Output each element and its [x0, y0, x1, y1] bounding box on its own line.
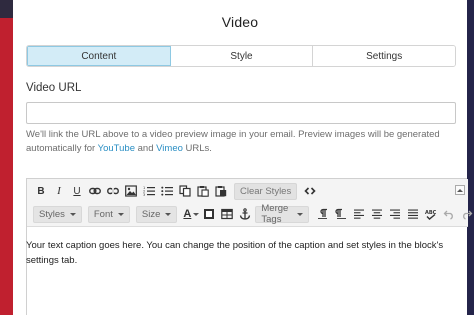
anchor-icon[interactable] — [237, 205, 253, 223]
tab-style[interactable]: Style — [170, 46, 314, 66]
align-justify-icon[interactable] — [405, 205, 421, 223]
editor-toolbar: B I U 123 Clear Styles Styles Font Size … — [27, 179, 473, 227]
chevron-up-icon — [457, 188, 463, 192]
align-right-icon[interactable] — [387, 205, 403, 223]
tab-settings[interactable]: Settings — [313, 46, 455, 66]
styles-dropdown-label: Styles — [39, 208, 65, 220]
video-url-input[interactable] — [26, 102, 456, 124]
paragraph-rtl-icon[interactable] — [333, 205, 349, 223]
chevron-down-icon — [69, 212, 76, 216]
video-block-panel: Video Content Style Settings Video URL W… — [13, 0, 473, 315]
bold-button[interactable]: B — [33, 182, 49, 200]
caption-text[interactable]: Your text caption goes here. You can cha… — [26, 238, 466, 268]
undo-icon[interactable] — [441, 205, 457, 223]
size-dropdown-label: Size — [141, 208, 161, 220]
chevron-down-icon — [117, 212, 124, 216]
size-dropdown[interactable]: Size — [135, 205, 178, 223]
source-code-icon[interactable] — [302, 182, 318, 200]
video-url-help-text: We'll link the URL above to a video prev… — [26, 128, 456, 156]
text-color-button[interactable]: A — [183, 205, 200, 223]
video-url-label: Video URL — [26, 82, 82, 94]
chevron-down-icon — [165, 212, 172, 216]
table-icon[interactable] — [219, 205, 235, 223]
align-center-icon[interactable] — [369, 205, 385, 223]
clear-styles-button[interactable]: Clear Styles — [234, 182, 298, 200]
spellcheck-icon[interactable]: ABC — [423, 205, 439, 223]
panel-tabs: Content Style Settings — [26, 45, 456, 67]
merge-tags-dropdown-label: Merge Tags — [261, 203, 289, 225]
unlink-icon[interactable] — [105, 182, 121, 200]
help-text-after: URLs. — [182, 143, 212, 154]
redo-icon[interactable] — [459, 205, 474, 223]
collapse-toolbar-button[interactable] — [455, 185, 465, 195]
vimeo-link[interactable]: Vimeo — [156, 143, 183, 154]
youtube-link[interactable]: YouTube — [98, 143, 135, 154]
align-left-icon[interactable] — [351, 205, 367, 223]
paste-word-icon[interactable] — [213, 182, 229, 200]
paragraph-ltr-icon[interactable] — [315, 205, 331, 223]
copy-icon[interactable] — [177, 182, 193, 200]
help-text-before: We'll link the URL above to a video prev… — [26, 129, 440, 154]
text-color-icon: A — [183, 208, 192, 220]
underline-button[interactable]: U — [69, 182, 85, 200]
italic-button[interactable]: I — [51, 182, 67, 200]
chevron-down-icon — [297, 212, 304, 216]
right-background-strip — [467, 0, 474, 315]
panel-title: Video — [221, 14, 259, 30]
image-icon[interactable] — [123, 182, 139, 200]
toolbar-row-1: B I U 123 Clear Styles — [33, 182, 318, 200]
toolbar-row-2: Styles Font Size A Merge Tags ABC — [33, 203, 474, 225]
bulleted-list-icon[interactable] — [159, 182, 175, 200]
tab-content[interactable]: Content — [27, 46, 171, 66]
merge-tags-dropdown[interactable]: Merge Tags — [255, 203, 310, 225]
numbered-list-icon[interactable]: 123 — [141, 182, 157, 200]
chevron-down-icon — [193, 212, 200, 216]
styles-dropdown[interactable]: Styles — [33, 205, 82, 223]
background-color-icon[interactable] — [201, 205, 217, 223]
link-icon[interactable] — [87, 182, 103, 200]
font-dropdown[interactable]: Font — [87, 205, 130, 223]
help-text-and: and — [134, 143, 157, 154]
font-dropdown-label: Font — [93, 208, 113, 220]
paste-text-icon[interactable] — [195, 182, 211, 200]
left-background-strip — [0, 0, 13, 315]
svg-text:3: 3 — [143, 193, 145, 197]
